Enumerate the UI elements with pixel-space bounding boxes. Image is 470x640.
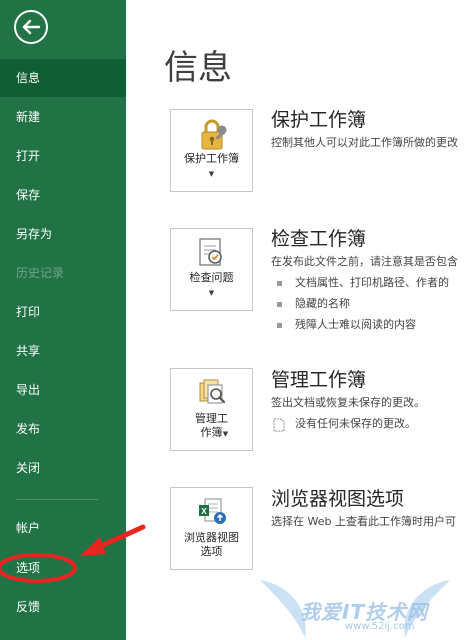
inspect-bullet-item: 残障人士难以阅读的内容 bbox=[295, 318, 416, 331]
bullet-marker bbox=[277, 281, 282, 286]
sidebar-item-share[interactable]: 共享 bbox=[0, 332, 126, 370]
check-issues-button[interactable]: 检查问题 ▼ bbox=[170, 228, 253, 311]
sidebar-item-history: 历史记录 bbox=[16, 266, 65, 280]
sidebar-item-publish[interactable]: 发布 bbox=[0, 410, 126, 448]
manage-workbook-icon bbox=[199, 379, 226, 404]
inspect-workbook-title: 检查工作簿 bbox=[271, 228, 367, 250]
inspect-workbook-description: 在发布此文件之前，请注意其是否包含 bbox=[271, 255, 458, 268]
bullet-marker bbox=[277, 323, 282, 328]
inspect-bullet-item: 隐藏的名称 bbox=[295, 297, 350, 310]
manage-workbook-button[interactable]: 管理工 作簿 ▼ bbox=[170, 368, 253, 451]
protect-workbook-description: 控制其他人可以对此工作簿所做的更改 bbox=[271, 136, 458, 149]
inspect-document-icon bbox=[199, 238, 222, 266]
browser-view-options-description: 选择在 Web 上查看此工作簿时用户可 bbox=[271, 515, 456, 528]
protect-workbook-button-label: 保护工作簿 bbox=[184, 152, 239, 165]
chevron-down-icon: ▼ bbox=[208, 289, 215, 297]
sidebar-item-print[interactable]: 打印 bbox=[0, 293, 126, 331]
chevron-down-icon: ▼ bbox=[222, 430, 229, 438]
protect-workbook-button[interactable]: 保护工作簿 ▼ bbox=[170, 109, 253, 192]
sidebar-item-open[interactable]: 打开 bbox=[0, 137, 126, 175]
browser-view-options-button[interactable]: X 浏览器视图 选项 bbox=[170, 487, 253, 570]
browser-view-options-button-label-line2: 选项 bbox=[200, 545, 223, 558]
check-issues-button-label: 检查问题 bbox=[189, 271, 234, 284]
manage-workbook-button-label-line1: 管理工 bbox=[195, 412, 228, 425]
unsaved-changes-note: 没有任何未保存的更改。 bbox=[295, 417, 416, 430]
watermark-url: www.52ij.com bbox=[345, 621, 415, 632]
sidebar-item-info[interactable]: 信息 bbox=[0, 59, 126, 97]
sidebar-item-close[interactable]: 关闭 bbox=[0, 449, 126, 487]
browser-view-options-button-label-line1: 浏览器视图 bbox=[184, 531, 239, 544]
bullet-marker bbox=[277, 302, 282, 307]
sidebar-item-new[interactable]: 新建 bbox=[0, 98, 126, 136]
manage-workbook-title: 管理工作簿 bbox=[271, 369, 367, 391]
lock-key-icon bbox=[201, 119, 227, 150]
annotation-arrow bbox=[0, 524, 146, 583]
sidebar-item-save-as[interactable]: 另存为 bbox=[0, 215, 126, 253]
inspect-bullet-item: 文档属性、打印机路径、作者的 bbox=[295, 276, 449, 289]
chevron-down-icon: ▼ bbox=[208, 170, 215, 178]
svg-text:X: X bbox=[201, 507, 207, 516]
browser-view-icon: X bbox=[199, 498, 226, 524]
sidebar-item-feedback[interactable]: 反馈 bbox=[0, 588, 126, 626]
back-button[interactable] bbox=[13, 9, 49, 45]
sidebar-item-save[interactable]: 保存 bbox=[0, 176, 126, 214]
protect-workbook-title: 保护工作簿 bbox=[271, 109, 367, 131]
browser-view-options-title: 浏览器视图选项 bbox=[271, 488, 405, 510]
page-title: 信息 bbox=[164, 48, 232, 88]
blank-page-icon bbox=[273, 418, 285, 432]
sidebar-item-export[interactable]: 导出 bbox=[0, 371, 126, 409]
manage-workbook-description: 签出文档或恢复未保存的更改。 bbox=[271, 396, 425, 409]
back-arrow-icon bbox=[14, 10, 48, 44]
